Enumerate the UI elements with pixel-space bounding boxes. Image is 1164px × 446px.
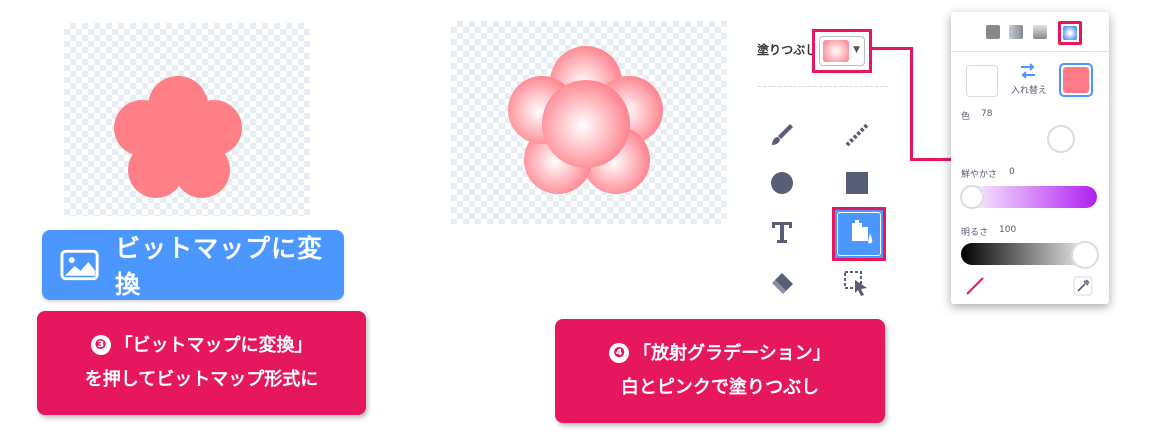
note-3-line2: を押してビットマップ形式に: [84, 369, 319, 390]
flower-gradient: [508, 46, 663, 194]
flower-bitmap: [114, 76, 242, 198]
fill-label: 塗りつぶし: [757, 43, 818, 57]
brush-tool[interactable]: [760, 113, 804, 157]
first-color-swatch[interactable]: [966, 65, 998, 97]
select-cursor-icon: [844, 271, 867, 296]
note-4-line2: 白とピンクで塗りつぶし: [620, 377, 820, 398]
fill-swatch: [823, 40, 849, 62]
saturation-slider-knob[interactable]: [960, 185, 984, 209]
rectangle-tool[interactable]: [835, 161, 879, 205]
swap-label: 入れ替え: [1011, 86, 1048, 96]
eraser-tool[interactable]: [760, 262, 804, 306]
brightness-value: 100: [999, 225, 1017, 235]
text-tool[interactable]: [760, 210, 804, 254]
color-label: 色: [961, 112, 971, 122]
saturation-value: 0: [1009, 167, 1015, 177]
eyedropper-icon[interactable]: [1073, 276, 1093, 296]
connector-line: [910, 47, 913, 161]
brush-icon: [772, 124, 793, 145]
circle-tool[interactable]: [760, 161, 804, 205]
popup-divider: [951, 51, 1109, 52]
rectangle-icon: [846, 172, 868, 194]
saturation-label: 鮮やかさ: [961, 170, 998, 180]
line-tool[interactable]: [835, 113, 879, 157]
divider: [758, 86, 888, 87]
second-color-swatch[interactable]: [1059, 63, 1093, 97]
connector-line: [910, 158, 954, 161]
step-4-badge: ❹: [609, 343, 630, 363]
note-step-3: ❸ 「ビットマップに変換」 を押してビットマップ形式に: [37, 311, 366, 415]
color-slider-knob[interactable]: [1047, 125, 1075, 153]
step-3-badge: ❸: [90, 335, 111, 355]
text-icon: [772, 222, 792, 243]
circle-icon: [771, 172, 793, 194]
select-tool[interactable]: [835, 262, 879, 306]
color-picker-popup: 入れ替え 色 78 鮮やかさ 0 明るさ 100: [951, 12, 1109, 304]
gradient-radial-button[interactable]: [1058, 21, 1082, 45]
eraser-icon: [772, 273, 793, 294]
brightness-label: 明るさ: [961, 228, 989, 238]
color-slider[interactable]: [961, 125, 1097, 151]
convert-button-label: ビットマップに変換: [115, 234, 324, 299]
swap-icon[interactable]: [1017, 63, 1039, 79]
note-step-4: ❹ 「放射グラデーション」 白とピンクで塗りつぶし: [555, 319, 885, 423]
line-icon: [845, 123, 869, 147]
gradient-vertical-button[interactable]: [1033, 25, 1047, 39]
chevron-down-icon: ▼: [853, 45, 860, 55]
paint-bucket-icon: [852, 220, 873, 244]
fill-color-dropdown[interactable]: ▼: [812, 29, 872, 73]
color-value: 78: [981, 109, 993, 119]
connector-line: [872, 47, 912, 50]
gradient-horizontal-button[interactable]: [1009, 25, 1023, 39]
convert-to-bitmap-button[interactable]: ビットマップに変換: [42, 230, 344, 300]
note-3-line1: 「ビットマップに変換」: [114, 335, 313, 356]
no-color-icon[interactable]: [965, 276, 985, 296]
brightness-slider-knob[interactable]: [1071, 241, 1099, 269]
fill-tool[interactable]: [832, 207, 886, 261]
image-icon: [60, 249, 99, 281]
gradient-solid-button[interactable]: [986, 25, 1000, 39]
note-4-line1: 「放射グラデーション」: [633, 343, 831, 364]
